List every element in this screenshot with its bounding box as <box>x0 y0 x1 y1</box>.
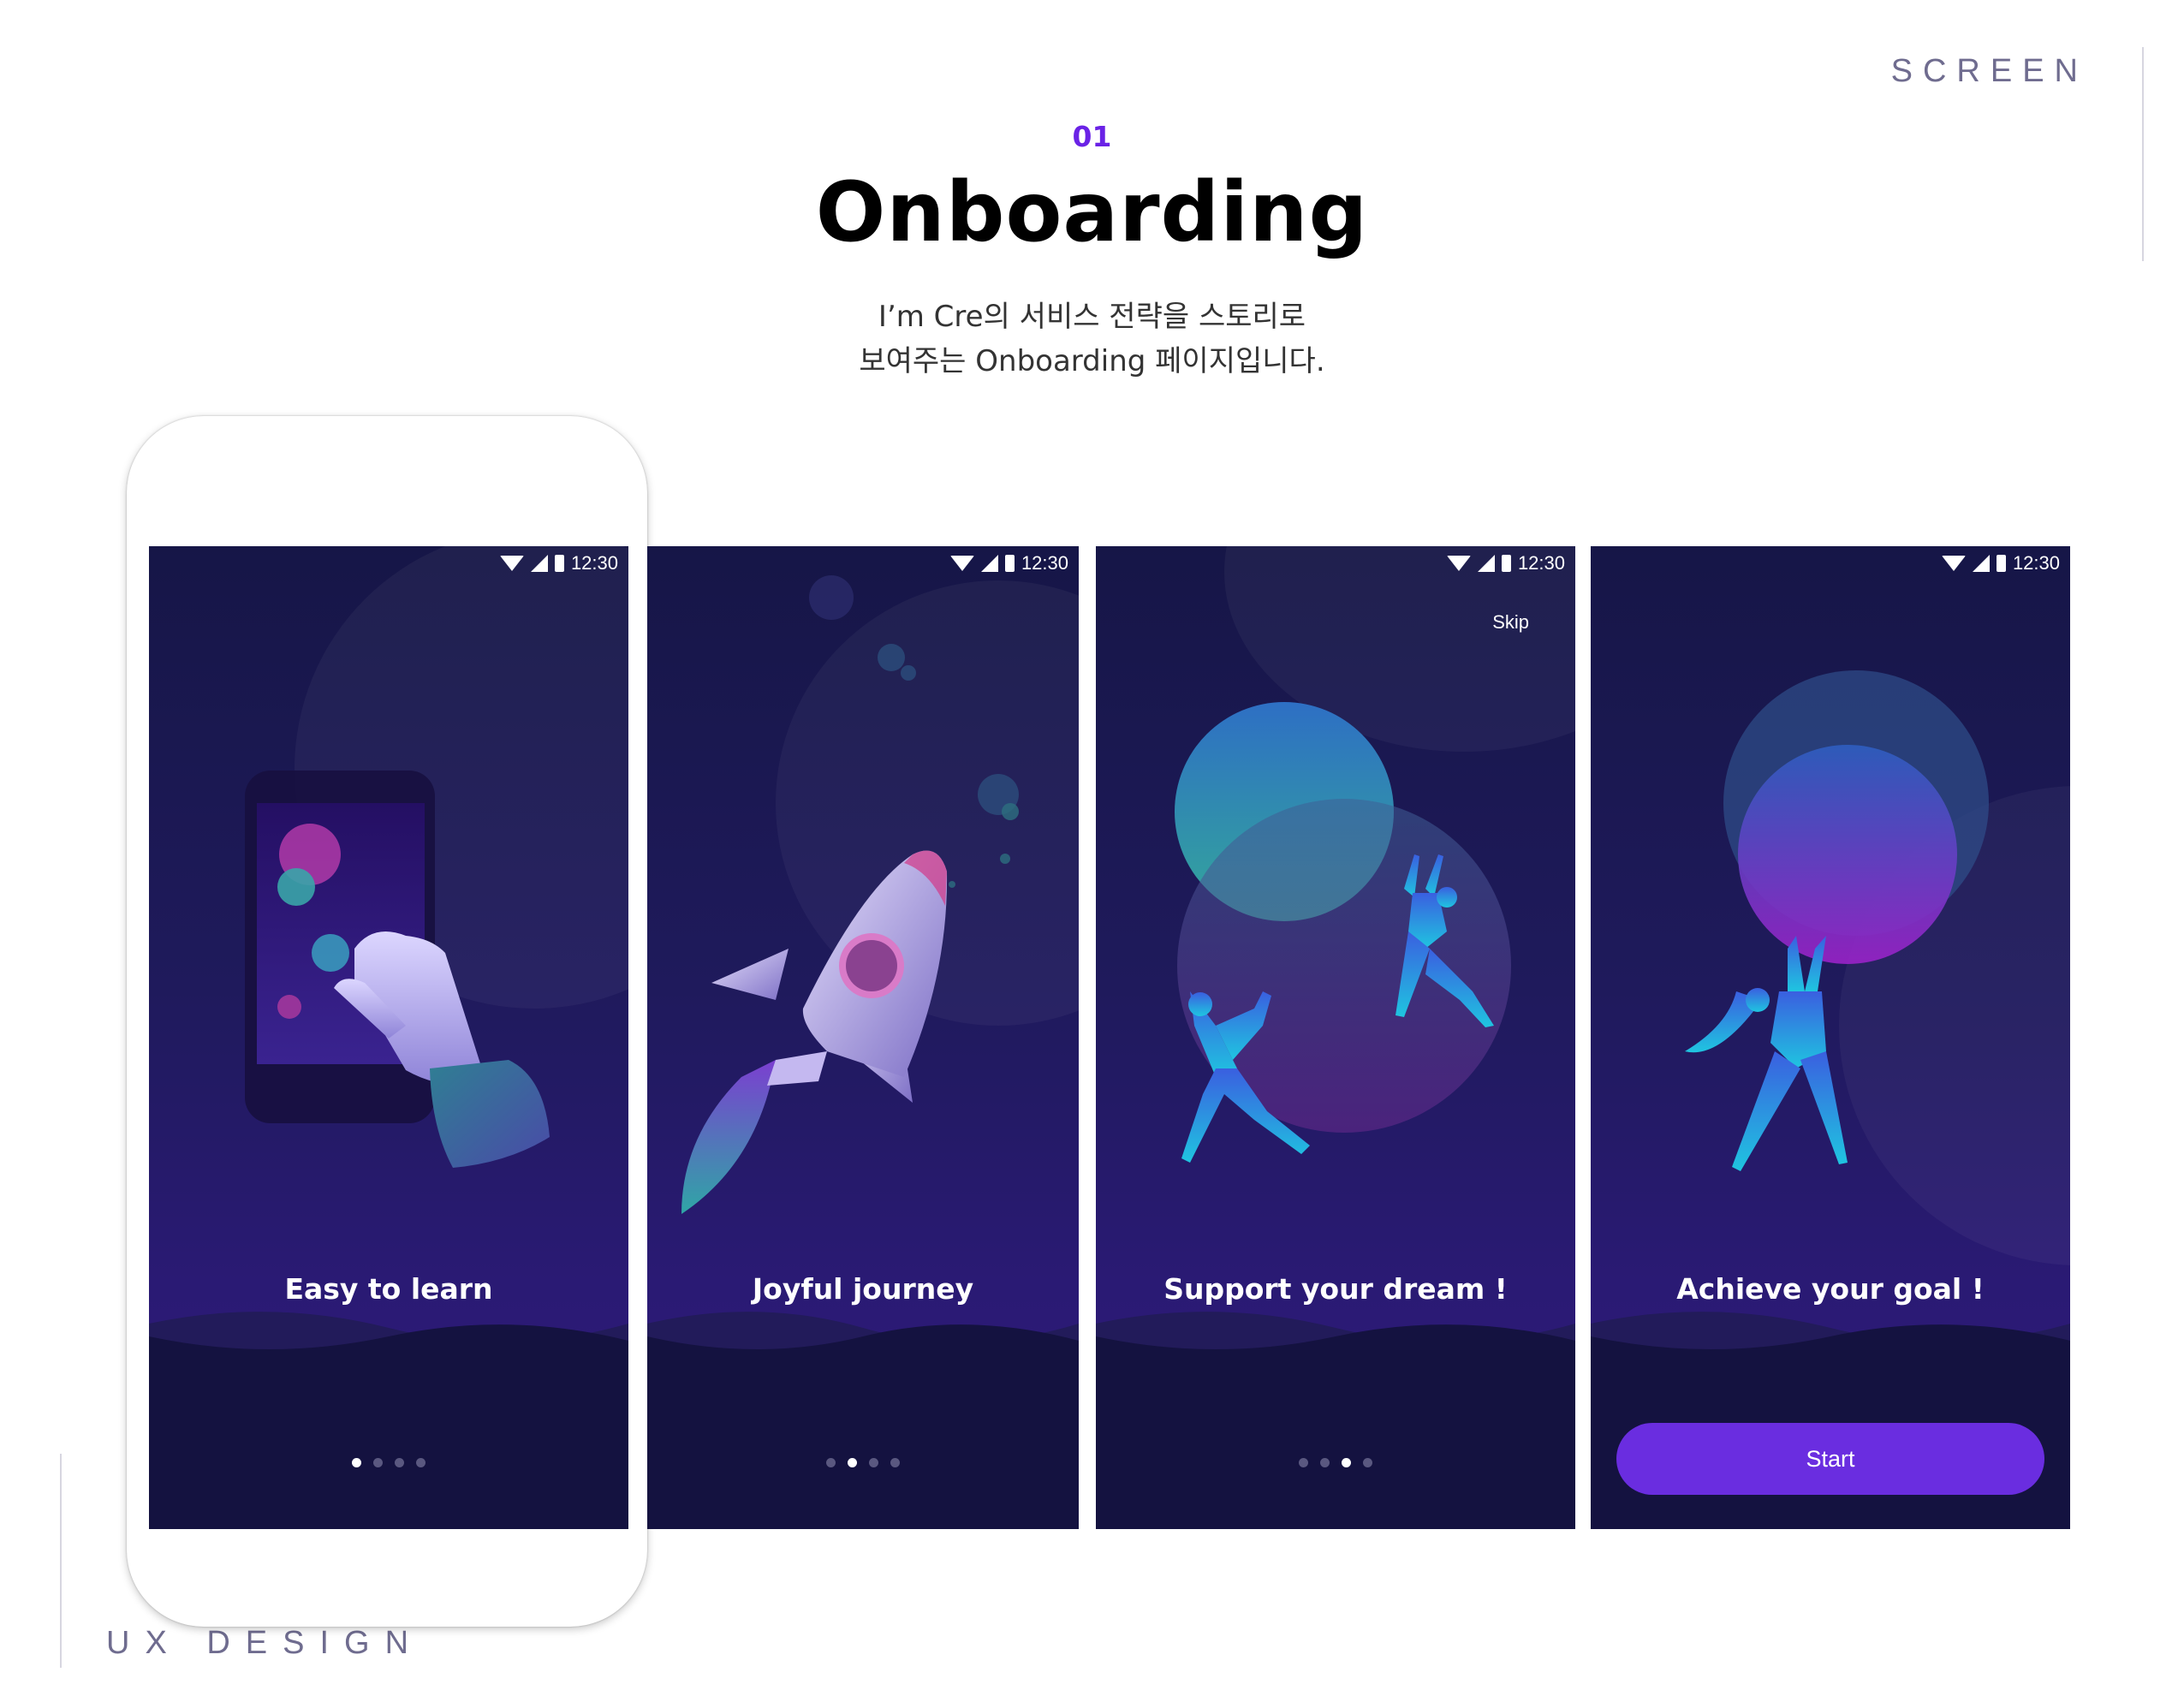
wave-decoration <box>1096 1312 1575 1375</box>
rocket-illustration <box>681 575 1019 1214</box>
onboarding-screen-2: 12:30 Joyful journey <box>647 546 1079 1529</box>
page-dot[interactable] <box>1363 1458 1372 1467</box>
hand-tapping-phone-illustration <box>245 771 550 1168</box>
page-description: I’m Cre의 서비스 전략을 스토리로 보여주는 Onboarding 페이… <box>0 295 2184 384</box>
page-dot[interactable] <box>1320 1458 1330 1467</box>
screen-label: SCREEN <box>1890 53 2088 89</box>
ux-design-label: UX DESIGN <box>106 1625 425 1661</box>
people-floating-illustration <box>1175 702 1511 1163</box>
page-dot[interactable] <box>352 1458 361 1467</box>
page-indicator <box>647 1458 1079 1467</box>
woman-holding-circle-illustration <box>1685 670 1989 1171</box>
page-dot[interactable] <box>416 1458 425 1467</box>
wave-decoration <box>1591 1312 2070 1375</box>
description-line-1: I’m Cre의 서비스 전략을 스토리로 <box>878 300 1306 334</box>
start-button[interactable]: Start <box>1616 1423 2044 1495</box>
onboarding-screen-4: 12:30 Achieve your goal ! Start <box>1591 546 2070 1529</box>
onboarding-screen-1: 12:30 Easy to learn <box>149 546 628 1529</box>
page-dot[interactable] <box>890 1458 900 1467</box>
bottom-area <box>647 1312 1079 1529</box>
section-number: 01 <box>1072 120 1112 153</box>
page-dot[interactable] <box>1299 1458 1308 1467</box>
wave-decoration <box>149 1312 628 1375</box>
page-title: Onboarding <box>815 164 1369 260</box>
page-dot[interactable] <box>869 1458 878 1467</box>
page-dot[interactable] <box>373 1458 383 1467</box>
onboarding-screen-3: 12:30 Skip Support your dream ! <box>1096 546 1575 1529</box>
page-dot[interactable] <box>826 1458 836 1467</box>
page-indicator <box>149 1458 628 1467</box>
bottom-area <box>1096 1312 1575 1529</box>
description-line-2: 보여주는 Onboarding 페이지입니다. <box>859 344 1325 378</box>
bottom-area <box>149 1312 628 1529</box>
bottom-area: Start <box>1591 1312 2070 1529</box>
page-dot[interactable] <box>848 1458 857 1467</box>
divider-left <box>60 1454 62 1668</box>
page-indicator <box>1096 1458 1575 1467</box>
wave-decoration <box>647 1312 1079 1375</box>
page-dot[interactable] <box>395 1458 404 1467</box>
page-dot[interactable] <box>1342 1458 1351 1467</box>
